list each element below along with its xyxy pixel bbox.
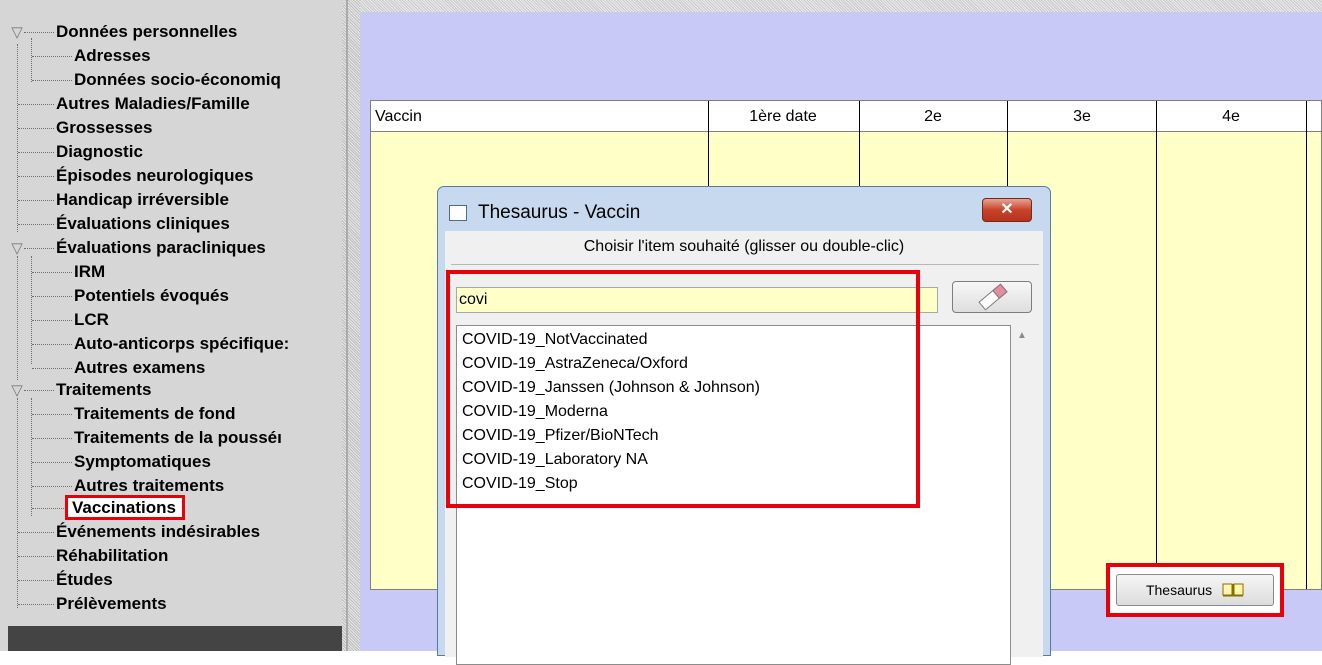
collapse-icon[interactable]: ▽	[10, 241, 24, 256]
tree-item-label: Autres examens	[74, 358, 206, 377]
tree-item-label: Auto-anticorps spécifique:	[74, 334, 290, 353]
tree-item-episodes-neurologiques[interactable]: Épisodes neurologiques	[0, 164, 253, 188]
grid-header: Vaccin 1ère date 2e 3e 4e	[371, 101, 1321, 132]
tree-item-autres-traitements[interactable]: Autres traitements	[0, 474, 224, 498]
tree-item-label: Vaccinations	[65, 495, 185, 520]
eraser-icon	[978, 283, 1008, 311]
tree-item-label: Grossesses	[56, 118, 153, 137]
tree-item-label: IRM	[74, 262, 106, 281]
column-header-2e[interactable]: 2e	[859, 101, 1007, 131]
tree-item-evaluations-paracliniques[interactable]: ▽ Évaluations paracliniques	[0, 236, 266, 260]
tree-item-symptomatiques[interactable]: Symptomatiques	[0, 450, 211, 474]
collapse-icon[interactable]: ▽	[10, 383, 24, 398]
tree-item-label: Événements indésirables	[56, 522, 261, 541]
search-results-highlight	[446, 270, 920, 508]
tree-item-label: Traitements	[56, 380, 152, 399]
tree-item-autres-maladies[interactable]: Autres Maladies/Famille	[0, 92, 250, 116]
navigation-tree: ▽ Données personnelles Adresses Données …	[0, 0, 342, 651]
collapse-icon[interactable]: ▽	[10, 25, 24, 40]
tree-item-autres-examens[interactable]: Autres examens	[0, 356, 205, 380]
tree-item-potentiels-evoques[interactable]: Potentiels évoqués	[0, 284, 229, 308]
thesaurus-button-label: Thesaurus	[1145, 582, 1213, 598]
close-icon: ✕	[1000, 201, 1014, 218]
tree-item-grossesses[interactable]: Grossesses	[0, 116, 152, 140]
status-strip	[8, 626, 342, 651]
column-header-3e[interactable]: 3e	[1008, 101, 1156, 131]
tree-item-label: Données socio-économiq	[74, 70, 281, 89]
column-divider	[1306, 101, 1307, 589]
tree-item-adresses[interactable]: Adresses	[0, 44, 151, 68]
column-header-vaccin[interactable]: Vaccin	[375, 101, 705, 131]
column-header-4e[interactable]: 4e	[1157, 101, 1305, 131]
close-button[interactable]: ✕	[982, 198, 1032, 222]
tree-item-label: Réhabilitation	[56, 546, 169, 565]
tree-item-etudes[interactable]: Études	[0, 568, 113, 592]
tree-item-label: Adresses	[74, 46, 151, 65]
tree-item-label: Évaluations paracliniques	[56, 238, 266, 257]
tree-item-label: Épisodes neurologiques	[56, 166, 254, 185]
tree-item-lcr[interactable]: LCR	[0, 308, 109, 332]
window-icon	[449, 205, 467, 221]
tree-item-prelevements[interactable]: Prélèvements	[0, 592, 167, 616]
tree-item-label: Autres Maladies/Famille	[56, 94, 250, 113]
scroll-up-icon[interactable]: ▲	[1012, 325, 1032, 345]
thesaurus-highlight: Thesaurus	[1106, 563, 1284, 617]
tree-item-label: LCR	[74, 310, 109, 329]
tree-item-label: Handicap irréversible	[56, 190, 229, 209]
clear-search-button[interactable]	[952, 281, 1032, 313]
tree-item-label: Symptomatiques	[74, 452, 211, 471]
column-divider	[1156, 101, 1157, 589]
tree-item-label: Traitements de la pousséı	[74, 428, 282, 447]
tree-item-rehabilitation[interactable]: Réhabilitation	[0, 544, 168, 568]
tree-item-label: Prélèvements	[56, 594, 167, 613]
tree-item-evaluations-cliniques[interactable]: Évaluations cliniques	[0, 212, 230, 236]
book-icon	[1222, 583, 1244, 597]
toolbar-strip	[360, 0, 1322, 12]
dialog-titlebar[interactable]: Thesaurus - Vaccin ✕	[438, 187, 1050, 231]
tree-item-label: Évaluations cliniques	[56, 214, 230, 233]
tree-item-label: Autres traitements	[74, 476, 225, 495]
splitter-divider	[346, 0, 348, 651]
tree-item-label: Traitements de fond	[74, 404, 236, 423]
dialog-title: Thesaurus - Vaccin	[478, 202, 641, 223]
tree-item-traitements[interactable]: ▽ Traitements	[0, 378, 151, 402]
divider	[451, 264, 1039, 265]
tree-item-label: Potentiels évoqués	[74, 286, 229, 305]
column-header-1ere-date[interactable]: 1ère date	[708, 101, 858, 131]
panel-splitter[interactable]	[342, 0, 360, 651]
thesaurus-button[interactable]: Thesaurus	[1116, 574, 1274, 606]
tree-item-traitements-de-fond[interactable]: Traitements de fond	[0, 402, 236, 426]
tree-item-auto-anticorps[interactable]: Auto-anticorps spécifique:	[0, 332, 289, 356]
tree-item-vaccinations[interactable]: Vaccinations	[0, 495, 185, 520]
tree-item-handicap-irreversible[interactable]: Handicap irréversible	[0, 188, 229, 212]
tree-item-donnees-socio-economiques[interactable]: Données socio-économiq	[0, 68, 281, 92]
tree-item-irm[interactable]: IRM	[0, 260, 105, 284]
tree-item-label: Études	[56, 570, 113, 589]
instruction-text: Choisir l'item souhaité (glisser ou doub…	[583, 238, 905, 255]
tree-item-diagnostic[interactable]: Diagnostic	[0, 140, 143, 164]
tree-item-label: Données personnelles	[56, 22, 238, 41]
tree-item-evenements-indesirables[interactable]: Événements indésirables	[0, 520, 260, 544]
tree-item-label: Diagnostic	[56, 142, 143, 161]
tree-item-donnees-personnelles[interactable]: ▽ Données personnelles	[0, 20, 237, 44]
tree-item-traitements-de-la-poussee[interactable]: Traitements de la pousséı	[0, 426, 282, 450]
